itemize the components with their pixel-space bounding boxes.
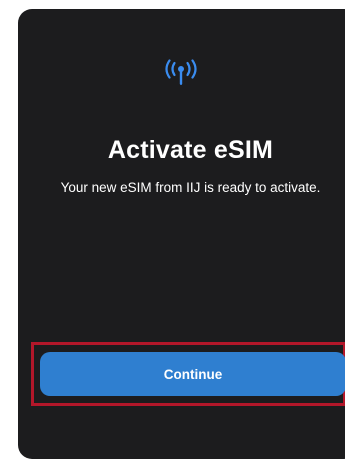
antenna-signal-icon bbox=[165, 59, 197, 85]
dialog-message: Your new eSIM from IIJ is ready to activ… bbox=[60, 180, 321, 195]
continue-button[interactable]: Continue bbox=[40, 352, 345, 396]
dialog-title: Activate eSIM bbox=[107, 136, 274, 164]
